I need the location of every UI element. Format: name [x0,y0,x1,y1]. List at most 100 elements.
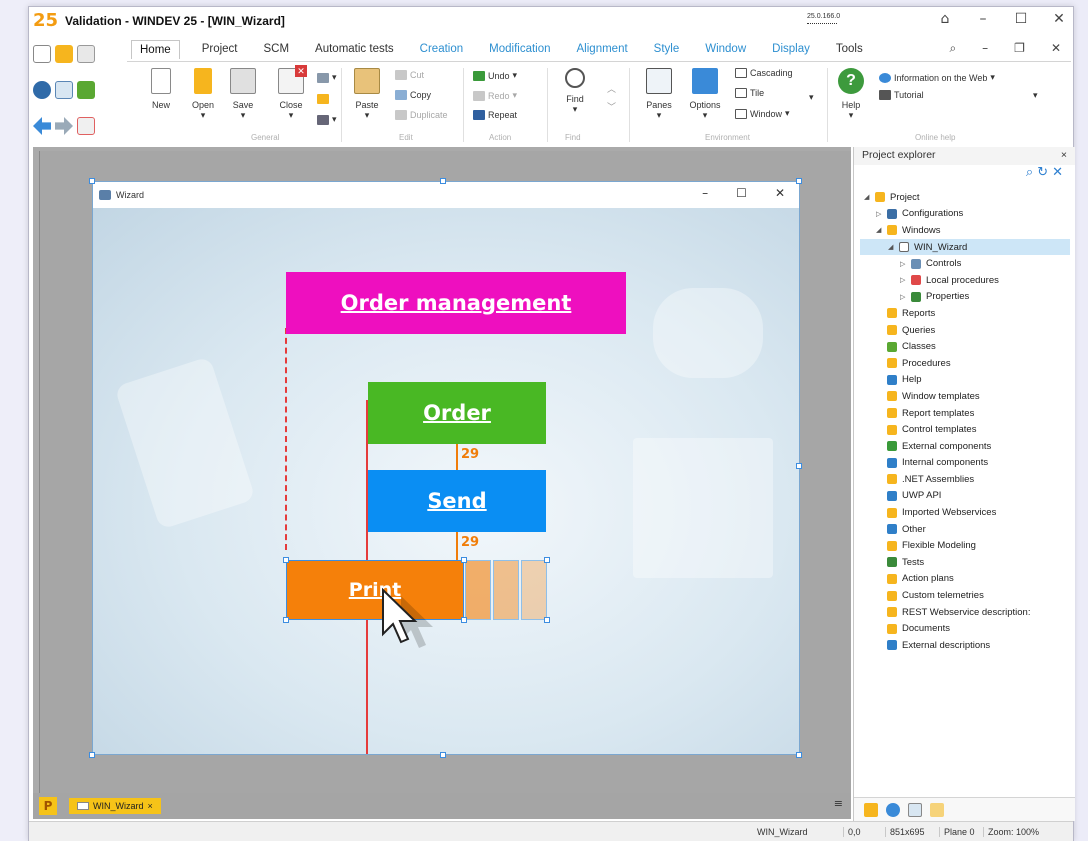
tree-node[interactable]: Flexible Modeling [860,537,1070,554]
tree-node[interactable]: ▷ Configurations [860,206,1070,223]
go-icon[interactable] [77,81,95,99]
new-button[interactable]: New [143,68,179,110]
repeat-button[interactable]: Repeat [473,110,517,120]
tree-node[interactable]: ▷ Controls [860,255,1070,272]
close-button[interactable]: ✕ Close ▾ [273,65,309,121]
tab-home[interactable]: Home [131,39,180,59]
resize-handle[interactable] [283,617,289,623]
back-arrow-icon[interactable] [33,117,51,135]
duplicate-button[interactable]: Duplicate [395,110,448,120]
tree-node[interactable]: .NET Assemblies [860,471,1070,488]
explorer-close-icon[interactable]: × [1061,149,1067,163]
window-menu-button[interactable]: Window ▾ [735,108,790,119]
window-resize-handle[interactable] [796,752,802,758]
tree-node[interactable]: REST Webservice description: [860,604,1070,621]
save-button[interactable]: Save ▾ [225,68,261,121]
tree-node[interactable]: Documents [860,620,1070,637]
tree-node[interactable]: UWP API [860,488,1070,505]
tree-node[interactable]: Queries [860,322,1070,339]
tab-window[interactable]: Window [701,41,750,57]
expand-toggle-icon[interactable]: ▷ [876,210,884,218]
tree-node[interactable]: ▷ Properties [860,289,1070,306]
paint-button[interactable] [317,94,329,104]
gear-tab-icon[interactable] [886,802,900,817]
compare-tab-icon[interactable] [908,802,922,817]
gear-icon[interactable] [33,81,51,99]
tree-node[interactable]: ▷ Local procedures [860,272,1070,289]
explorer-search-icon[interactable]: ⌕ [1026,165,1037,180]
resize-handle[interactable] [544,617,550,623]
window-resize-handle[interactable] [89,178,95,184]
resize-handle[interactable] [461,557,467,563]
resize-handle[interactable] [544,557,550,563]
tab-display[interactable]: Display [768,41,814,57]
order-card[interactable]: Order [368,382,546,444]
hierarchy-icon[interactable] [77,117,95,135]
undo-button[interactable]: Undo ▾ [473,70,517,81]
save-disk-icon[interactable] [77,45,95,63]
tab-creation[interactable]: Creation [416,41,467,57]
project-tag[interactable]: P [39,797,57,815]
tree-node[interactable]: ◢ WIN_Wizard [860,238,1070,256]
account-icon[interactable]: ⌂ [937,11,953,27]
ribbon-close-icon[interactable]: ✕ [1051,41,1061,56]
tree-node[interactable]: Help [860,372,1070,389]
tree-node[interactable]: External descriptions [860,637,1070,654]
wizard-minimize-icon[interactable]: – [702,186,708,200]
ribbon-minimize-icon[interactable]: – [982,41,988,56]
tree-node[interactable]: Custom telemetries [860,587,1070,604]
expand-toggle-icon[interactable]: ▷ [900,276,908,284]
explorer-scrollbar[interactable] [1067,191,1073,781]
window-icon[interactable] [55,81,73,99]
window-resize-handle[interactable] [796,463,802,469]
window-resize-handle[interactable] [89,752,95,758]
new-file-icon[interactable] [33,45,51,63]
search-icon[interactable]: ⌕ [949,41,956,56]
wizard-window[interactable]: Wizard – ☐ ✕ Order management Order 29 S… [92,181,800,755]
send-card[interactable]: Send [368,470,546,532]
help-button[interactable]: ? Help ▾ [833,68,869,121]
wizard-close-icon[interactable]: ✕ [775,186,785,200]
tutorial-button[interactable]: Tutorial [879,90,924,100]
expand-toggle-icon[interactable]: ◢ [888,243,896,251]
tab-scm[interactable]: SCM [259,41,293,57]
ribbon-restore-icon[interactable]: ❐ [1014,41,1025,56]
tab-project[interactable]: Project [198,41,242,57]
print-button[interactable]: ▾ [317,114,337,125]
expand-toggle-icon[interactable]: ◢ [864,193,872,201]
project-explorer-tab-icon[interactable] [864,802,878,817]
tutorial-dropdown[interactable]: ▾ [1033,90,1038,101]
window-tab-icon[interactable] [930,802,944,817]
window-resize-handle[interactable] [796,178,802,184]
doc-tab-close-icon[interactable]: × [148,801,153,811]
tree-node[interactable]: Report templates [860,405,1070,422]
find-button[interactable]: Find ▾ [557,68,593,115]
window-resize-handle[interactable] [440,752,446,758]
tree-node[interactable]: Other [860,521,1070,538]
tile-button[interactable]: Tile [735,88,764,98]
cascading-button[interactable]: Cascading [735,68,793,78]
tree-node[interactable]: Window templates [860,388,1070,405]
window-arrange-dropdown[interactable]: ▾ [809,92,814,103]
open-button[interactable]: Open ▾ [185,68,221,121]
tab-style[interactable]: Style [650,41,684,57]
tab-tools[interactable]: Tools [832,41,867,57]
font-style-button[interactable]: ▾ [317,72,337,83]
expand-toggle-icon[interactable]: ▷ [900,260,908,268]
open-folder-icon[interactable] [55,45,73,63]
tree-node[interactable]: ◢ Windows [860,222,1070,239]
wizard-maximize-icon[interactable]: ☐ [736,186,747,200]
resize-handle[interactable] [283,557,289,563]
window-resize-handle[interactable] [440,178,446,184]
close-icon[interactable]: ✕ [1051,11,1067,27]
info-web-button[interactable]: Information on the Web ▾ [879,72,995,83]
tree-node[interactable]: Tests [860,554,1070,571]
paste-button[interactable]: Paste ▾ [349,68,385,121]
expand-toggle-icon[interactable]: ◢ [876,226,884,234]
find-up-button[interactable]: ︿ [607,82,616,95]
order-management-card[interactable]: Order management [286,272,626,334]
tree-node[interactable]: ◢ Project [860,189,1070,206]
tree-node[interactable]: Control templates [860,421,1070,438]
minimize-icon[interactable]: – [975,11,991,27]
explorer-refresh-icon[interactable]: ↻ [1037,165,1052,180]
